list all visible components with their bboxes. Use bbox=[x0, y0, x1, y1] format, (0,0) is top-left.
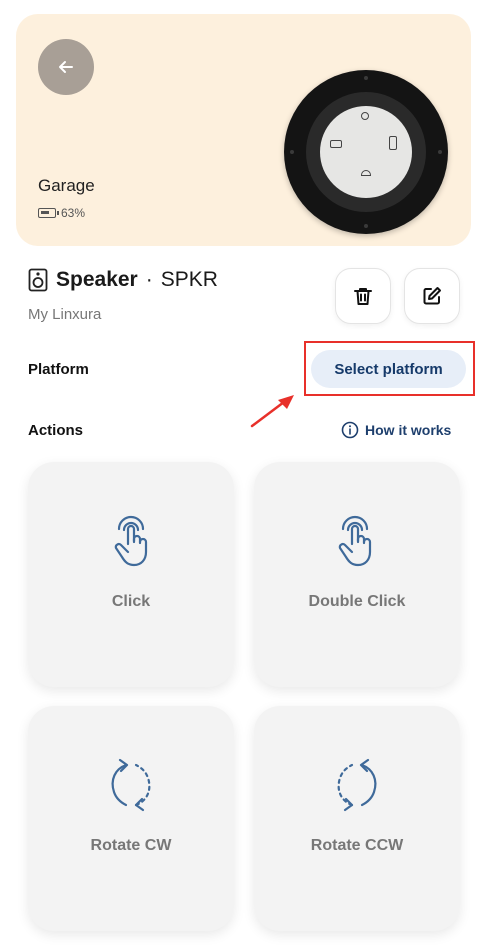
action-card-rotate-ccw[interactable]: Rotate CCW bbox=[254, 706, 460, 931]
device-separator: · bbox=[145, 268, 153, 291]
battery-status: 63% bbox=[38, 206, 85, 220]
platform-label: Platform bbox=[28, 361, 89, 378]
action-card-double-click[interactable]: Double Click bbox=[254, 462, 460, 687]
how-it-works-label: How it works bbox=[365, 422, 452, 438]
action-label: Click bbox=[111, 593, 151, 610]
action-label: Rotate CCW bbox=[310, 837, 404, 854]
battery-level: 63% bbox=[61, 206, 86, 220]
battery-icon bbox=[38, 208, 59, 218]
rotate-cw-icon bbox=[111, 758, 151, 812]
action-label: Rotate CW bbox=[90, 837, 172, 854]
sofa-icon bbox=[330, 140, 342, 148]
back-button[interactable] bbox=[38, 39, 94, 95]
rotate-ccw-icon bbox=[337, 758, 377, 812]
arrow-left-icon bbox=[59, 61, 73, 73]
trash-icon bbox=[354, 288, 372, 305]
device-name: Speaker bbox=[56, 268, 138, 291]
lamp-icon bbox=[361, 112, 369, 120]
device-image bbox=[284, 70, 448, 234]
device-hero-card: Garage 63% bbox=[16, 14, 471, 246]
action-card-click[interactable]: Click bbox=[28, 462, 234, 687]
device-subtitle: My Linxura bbox=[28, 306, 102, 323]
delete-button[interactable] bbox=[335, 268, 391, 324]
pointer-arrow bbox=[250, 395, 294, 428]
door-icon bbox=[389, 136, 397, 150]
info-icon bbox=[341, 421, 359, 439]
room-title: Garage bbox=[38, 176, 95, 195]
double-tap-icon bbox=[338, 515, 372, 567]
tap-icon bbox=[114, 515, 148, 567]
device-title-row: Speaker · SPKR bbox=[28, 268, 218, 292]
device-type: SPKR bbox=[160, 268, 218, 291]
edit-icon bbox=[423, 287, 441, 305]
action-label: Double Click bbox=[308, 593, 406, 610]
how-it-works-link[interactable]: How it works bbox=[341, 421, 451, 439]
light-icon bbox=[361, 170, 371, 176]
edit-button[interactable] bbox=[404, 268, 460, 324]
speaker-icon bbox=[28, 268, 48, 292]
action-card-rotate-cw[interactable]: Rotate CW bbox=[28, 706, 234, 931]
actions-label: Actions bbox=[28, 422, 84, 439]
highlight-box bbox=[304, 341, 475, 396]
